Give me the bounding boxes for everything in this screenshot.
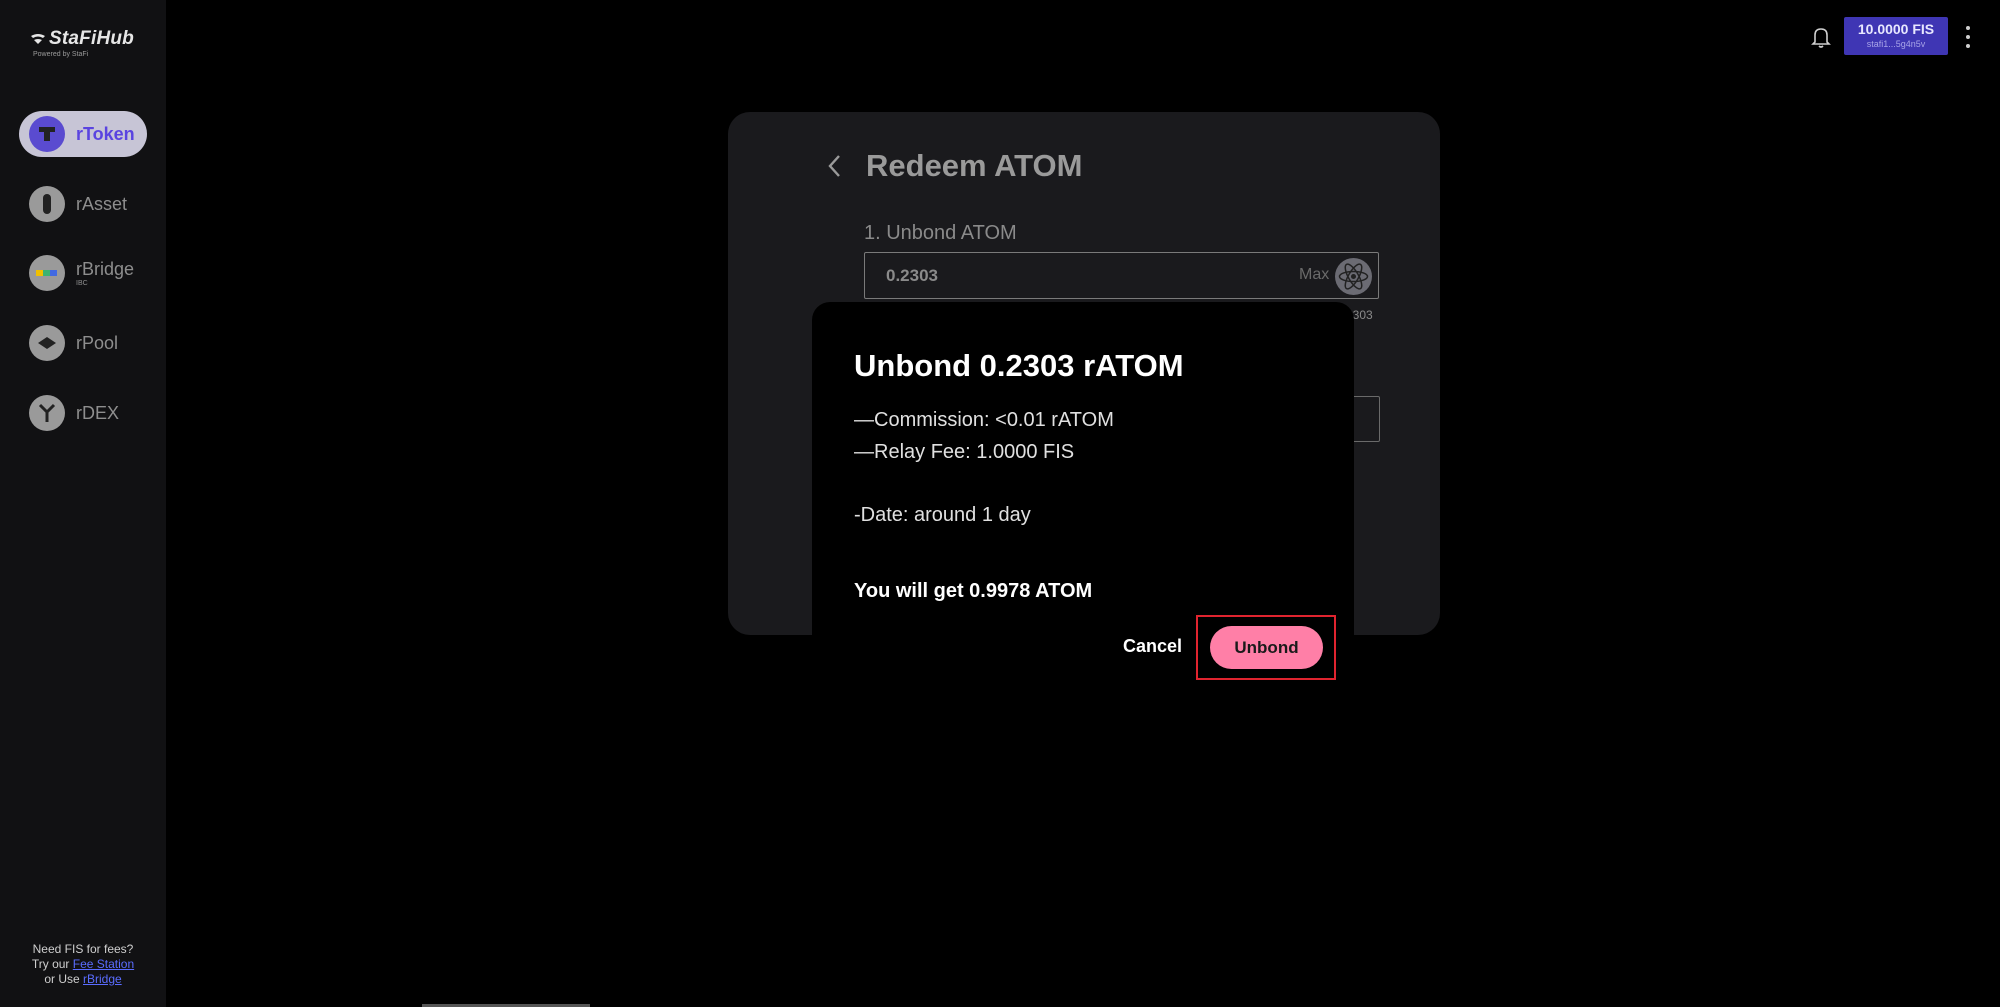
rpool-icon bbox=[29, 325, 65, 361]
sidebar-item-rbridge[interactable]: rBridge IBC bbox=[19, 250, 147, 296]
fee-note-prefix: or Use bbox=[44, 972, 83, 986]
rasset-icon bbox=[29, 186, 65, 222]
sidebar-item-rdex[interactable]: rDEX bbox=[19, 390, 147, 436]
unbond-button[interactable]: Unbond bbox=[1210, 626, 1323, 669]
date-text: -Date: around 1 day bbox=[854, 504, 1031, 526]
step-label: 1. Unbond ATOM bbox=[864, 222, 1017, 244]
account-button[interactable]: 10.0000 FIS stafi1...5g4n5v bbox=[1844, 17, 1948, 55]
relay-fee-text: —Relay Fee: 1.0000 FIS bbox=[854, 441, 1075, 463]
max-button[interactable]: Max bbox=[1299, 266, 1329, 284]
rbridge-icon bbox=[29, 255, 65, 291]
fee-station-link[interactable]: Fee Station bbox=[73, 957, 134, 971]
commission-text: —Commission: <0.01 rATOM bbox=[854, 409, 1114, 431]
sidebar-item-rpool[interactable]: rPool bbox=[19, 320, 147, 366]
rdex-icon bbox=[29, 395, 65, 431]
back-arrow-icon[interactable] bbox=[825, 152, 845, 180]
sidebar-item-label: rToken bbox=[76, 124, 135, 144]
sidebar-item-sublabel: IBC bbox=[76, 279, 88, 287]
amount-input[interactable]: 0.2303 Max bbox=[864, 252, 1379, 299]
bell-icon[interactable] bbox=[1810, 25, 1832, 49]
sidebar-item-label: rBridge bbox=[76, 258, 135, 279]
logo-text: StaFiHub bbox=[49, 28, 134, 49]
unbond-modal: Unbond 0.2303 rATOM —Commission: <0.01 r… bbox=[812, 302, 1354, 640]
sidebar-item-label: rAsset bbox=[76, 194, 128, 214]
logo-icon bbox=[31, 34, 45, 44]
stafihub-logo[interactable]: StaFiHub Powered by StaFi bbox=[30, 28, 134, 58]
page-title: Redeem ATOM bbox=[866, 148, 1083, 183]
account-balance: 10.0000 FIS bbox=[1857, 21, 1935, 37]
you-will-get-text: You will get 0.9978 ATOM bbox=[854, 580, 1093, 602]
fee-note: Need FIS for fees? Try our Fee Station o… bbox=[0, 942, 166, 987]
logo-subtitle: Powered by StaFi bbox=[33, 51, 89, 58]
more-vertical-icon[interactable] bbox=[1964, 26, 1972, 48]
sidebar-item-label: rDEX bbox=[76, 403, 120, 423]
rtoken-icon bbox=[29, 116, 65, 152]
sidebar-item-rtoken[interactable]: rToken bbox=[19, 111, 147, 157]
fee-note-prefix: Try our bbox=[31, 957, 73, 971]
amount-value: 0.2303 bbox=[886, 266, 938, 285]
cancel-button[interactable]: Cancel bbox=[1123, 636, 1182, 657]
account-address: stafi1...5g4n5v bbox=[1866, 39, 1926, 49]
modal-title: Unbond 0.2303 rATOM bbox=[854, 348, 1184, 383]
atom-icon bbox=[1335, 258, 1372, 295]
sidebar-item-rasset[interactable]: rAsset bbox=[19, 181, 147, 227]
fee-note-line1: Need FIS for fees? bbox=[32, 942, 134, 956]
sidebar: StaFiHub Powered by StaFi rToken rAsset … bbox=[0, 0, 166, 1007]
rbridge-link[interactable]: rBridge bbox=[83, 972, 122, 986]
sidebar-item-label: rPool bbox=[76, 333, 119, 353]
